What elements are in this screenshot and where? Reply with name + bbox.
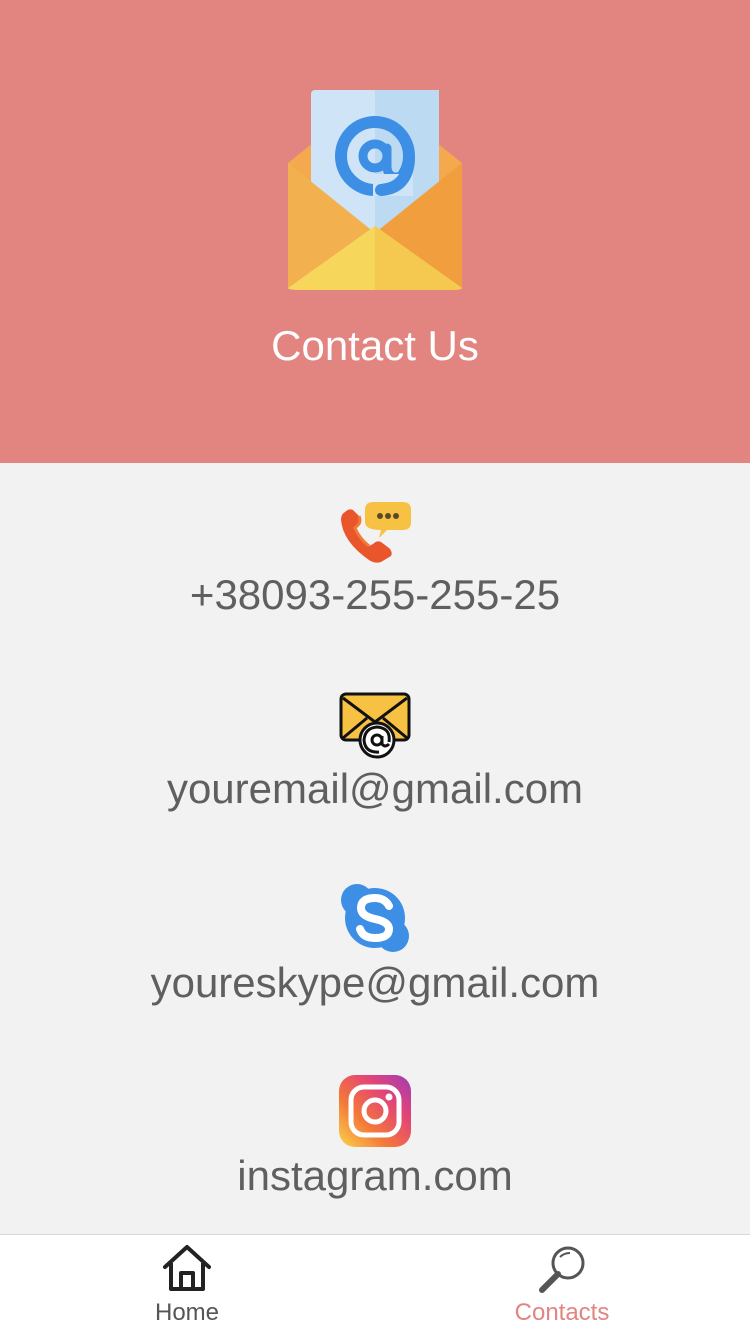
tab-home-label: Home	[154, 1299, 220, 1326]
email-at-icon	[339, 692, 411, 759]
instagram-link[interactable]: instagram.com	[0, 1151, 750, 1201]
tab-contacts-label: Contacts	[514, 1299, 610, 1326]
phone-number[interactable]: +38093-255-255-25	[0, 570, 750, 620]
envelope-at-icon	[288, 90, 462, 290]
tab-contacts[interactable]: Contacts	[472, 1235, 652, 1334]
skype-account[interactable]: youreskype@gmail.com	[0, 958, 750, 1008]
contact-item-email[interactable]: youremail@gmail.com	[0, 690, 750, 814]
skype-icon	[341, 884, 409, 952]
instagram-icon	[339, 1075, 411, 1147]
contact-screen: Contact Us +38093-255-255-25 youremail@g…	[0, 0, 750, 1334]
page-title: Contact Us	[271, 322, 479, 369]
header: Contact Us	[0, 0, 750, 463]
phone-chat-icon	[341, 502, 411, 563]
contact-item-phone[interactable]: +38093-255-255-25	[0, 500, 750, 620]
tab-bar: Home Contacts	[0, 1234, 750, 1334]
contact-item-skype[interactable]: youreskype@gmail.com	[0, 882, 750, 1008]
tab-home[interactable]: Home	[97, 1235, 277, 1334]
search-icon	[539, 1246, 585, 1293]
email-address[interactable]: youremail@gmail.com	[0, 764, 750, 814]
home-icon	[163, 1245, 211, 1291]
contact-item-instagram[interactable]: instagram.com	[0, 1075, 750, 1201]
